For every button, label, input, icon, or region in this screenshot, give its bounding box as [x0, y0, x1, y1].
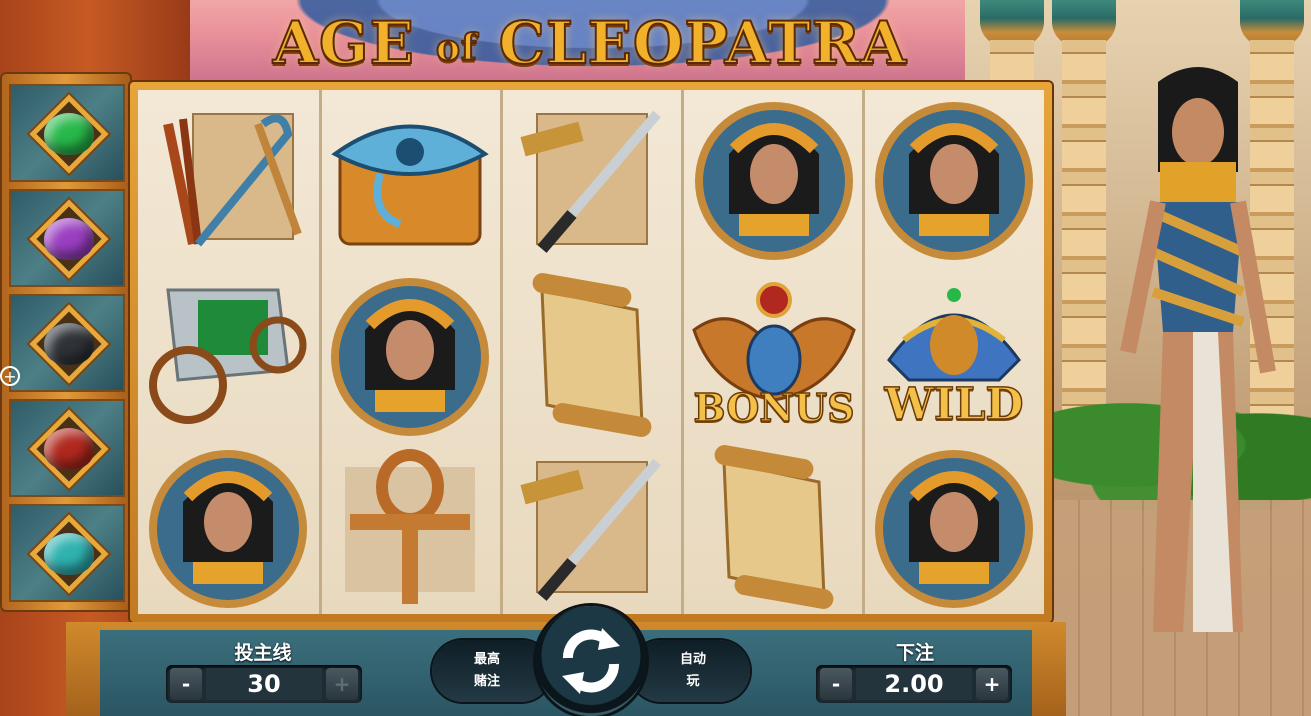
scarab-cell-black	[9, 294, 125, 392]
eye-of-horus-icon	[331, 124, 489, 246]
sword-and-dagger-icon	[520, 458, 661, 601]
scarab-cell-red	[9, 399, 125, 497]
symbol-ankh	[320, 442, 500, 616]
wild-label: WILD	[884, 378, 1025, 431]
max-bet-label-line2: 赌注	[473, 674, 500, 689]
symbol-cleopatra	[864, 442, 1044, 616]
bonus-label: BONUS	[693, 384, 856, 431]
bet-minus-button[interactable]: -	[820, 668, 852, 700]
reels-area: BONUS WILD	[138, 90, 1044, 614]
symbol-sword-and-dagger	[502, 94, 682, 268]
scroll-icon	[532, 273, 652, 437]
cleopatra-portrait-icon	[875, 450, 1033, 608]
cleopatra-portrait-icon	[695, 102, 853, 260]
autoplay-button[interactable]: 自动 玩	[630, 640, 750, 702]
symbol-bonus-scarab: BONUS	[684, 270, 864, 444]
red-scarab-icon	[44, 428, 94, 470]
sword-and-dagger-icon	[520, 110, 661, 253]
max-bet-label-line1: 最高	[473, 652, 500, 667]
crook-and-flail-icon	[163, 113, 302, 247]
bet-label: 下注	[895, 642, 934, 664]
symbol-sword-and-dagger	[502, 442, 682, 616]
autoplay-label-line2: 玩	[686, 674, 700, 689]
teal-scarab-icon	[44, 533, 94, 575]
max-bet-button[interactable]: 最高 赌注	[432, 640, 552, 702]
lines-stepper: - 30 +	[166, 665, 362, 703]
lines-value: 30	[206, 668, 322, 700]
cleopatra-portrait-icon	[875, 102, 1033, 260]
symbol-cleopatra	[138, 442, 318, 616]
ankh-icon	[345, 449, 475, 604]
side-menu-plus-icon[interactable]: +	[0, 366, 20, 386]
scarab-paytable-column	[0, 72, 132, 612]
green-scarab-icon	[44, 113, 94, 155]
spin-button[interactable]	[536, 606, 646, 716]
spin-arrows-icon	[562, 628, 620, 694]
symbol-cleopatra	[684, 94, 864, 268]
symbol-cleopatra	[864, 94, 1044, 268]
symbol-scroll	[502, 270, 682, 444]
autoplay-label-line1: 自动	[679, 652, 706, 667]
cleopatra-character	[1120, 67, 1276, 632]
symbol-scroll	[684, 442, 864, 616]
bet-stepper: - 2.00 +	[816, 665, 1012, 703]
cleopatra-portrait-icon	[331, 278, 489, 436]
purple-scarab-icon	[44, 218, 94, 260]
bet-value: 2.00	[856, 668, 972, 700]
scarab-cell-purple	[9, 189, 125, 287]
chariot-icon	[149, 288, 307, 424]
symbol-crook-and-flail	[138, 94, 318, 268]
scroll-icon	[714, 445, 834, 609]
lines-label: 投主线	[234, 642, 292, 664]
lines-plus-button[interactable]: +	[326, 668, 358, 700]
lines-minus-button[interactable]: -	[170, 668, 202, 700]
symbol-pharaoh-wild: WILD	[864, 270, 1044, 444]
symbol-eye-of-horus	[320, 94, 500, 268]
symbol-chariot	[138, 270, 318, 444]
reel-frame: BONUS WILD	[130, 82, 1052, 622]
cleopatra-portrait-icon	[149, 450, 307, 608]
bet-plus-button[interactable]: +	[976, 668, 1008, 700]
scarab-cell-green	[9, 84, 125, 182]
symbol-cleopatra	[320, 270, 500, 444]
scarab-cell-teal	[9, 504, 125, 602]
game-title-logo: AGE of CLEOPATRA	[272, 8, 907, 78]
black-scarab-icon	[44, 323, 94, 365]
